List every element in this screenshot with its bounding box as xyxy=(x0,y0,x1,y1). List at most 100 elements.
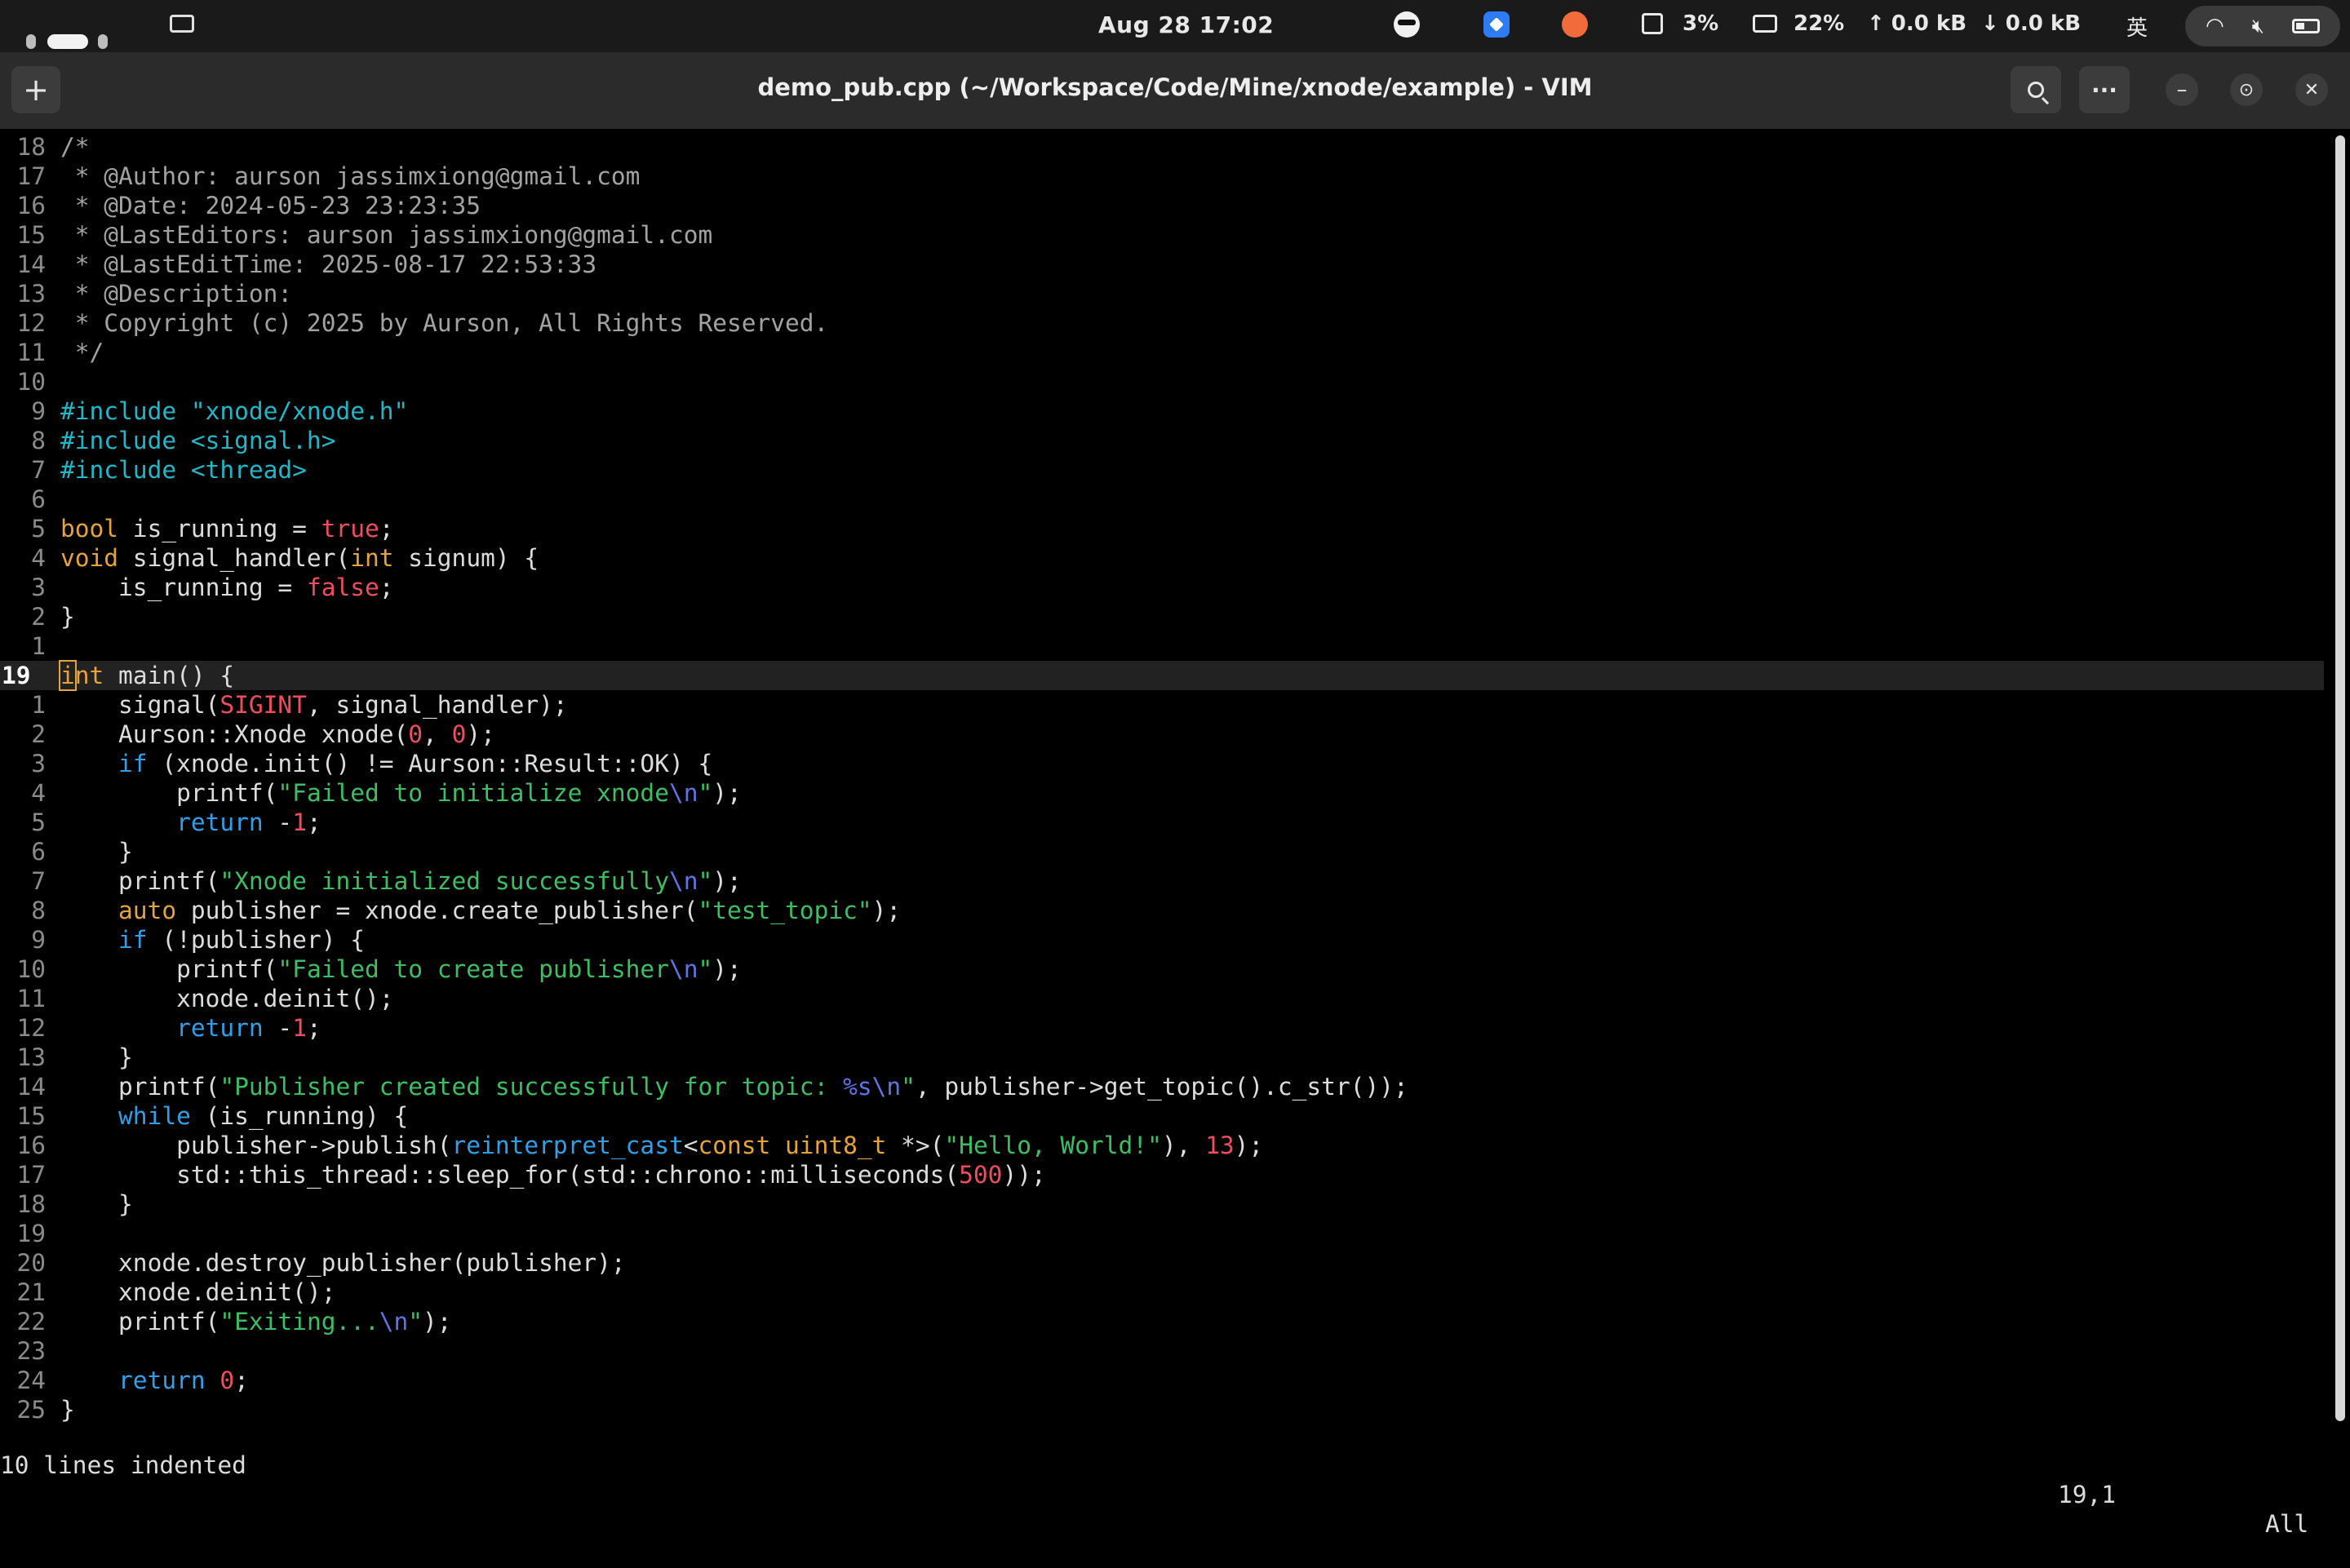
window-titlebar: + demo_pub.cpp (~/Workspace/Code/Mine/xn… xyxy=(0,52,2350,130)
code-line[interactable]: 8 auto publisher = xnode.create_publishe… xyxy=(0,896,2324,925)
line-number: 15 xyxy=(16,221,46,249)
net-down-indicator[interactable]: ↓ 0.0 kB xyxy=(1981,11,2081,36)
code-buffer[interactable]: 18/* 17 * @Author: aurson jassimxiong@gma… xyxy=(0,132,2324,1424)
line-number: 19 xyxy=(16,1220,46,1247)
line-number: 24 xyxy=(16,1366,46,1394)
code-line[interactable]: 17 std::this_thread::sleep_for(std::chro… xyxy=(0,1160,2324,1189)
code-token: if xyxy=(60,750,148,777)
line-code: printf("Failed to create publisher\n"); xyxy=(60,955,742,984)
glasses-face-icon[interactable] xyxy=(1394,11,1420,38)
code-line[interactable]: 18 /* xyxy=(0,132,2324,162)
code-token: ; xyxy=(379,515,394,543)
code-line[interactable]: 10 xyxy=(0,367,2324,396)
code-line[interactable]: 23 xyxy=(0,1336,2324,1366)
code-line[interactable]: 16 * @Date: 2024-05-23 23:23:35 xyxy=(0,191,2324,220)
code-line[interactable]: 11 xnode.deinit(); xyxy=(0,984,2324,1013)
code-line[interactable]: 25} xyxy=(0,1395,2324,1424)
workspace-dot[interactable] xyxy=(26,34,36,49)
code-token: xnode.deinit(); xyxy=(60,985,394,1012)
code-line[interactable]: 1 xyxy=(0,631,2324,661)
memory-indicator[interactable]: 22% xyxy=(1753,11,1844,36)
code-line[interactable]: 2} xyxy=(0,602,2324,631)
code-token: ); xyxy=(1234,1132,1264,1159)
line-number: 15 xyxy=(16,1102,46,1130)
code-line[interactable]: 13 } xyxy=(0,1043,2324,1072)
input-method[interactable]: 英 xyxy=(2126,11,2148,42)
code-line[interactable]: 5 return -1; xyxy=(0,808,2324,837)
code-token: * @LastEditors: aurson jassimxiong@gmail… xyxy=(60,221,713,249)
line-code: } xyxy=(60,1189,133,1219)
code-token: main() { xyxy=(104,662,235,689)
line-number: 20 xyxy=(16,1249,46,1277)
code-line[interactable]: 17 * @Author: aurson jassimxiong@gmail.c… xyxy=(0,162,2324,191)
code-line[interactable]: 21 xnode.deinit(); xyxy=(0,1278,2324,1307)
code-token: nt xyxy=(74,662,104,689)
line-code: signal(SIGINT, signal_handler); xyxy=(60,690,568,720)
line-code: * @Date: 2024-05-23 23:23:35 xyxy=(60,191,481,220)
close-button[interactable]: ✕ xyxy=(2295,73,2328,106)
code-line[interactable]: 6 xyxy=(0,485,2324,514)
app-blue-icon[interactable] xyxy=(1483,11,1510,38)
app-cat-icon[interactable] xyxy=(1562,11,1588,38)
code-token: 0 xyxy=(451,720,467,748)
code-line[interactable]: 13 * @Description: xyxy=(0,279,2324,308)
code-line[interactable]: 24 return 0; xyxy=(0,1366,2324,1395)
code-line[interactable]: 9 if (!publisher) { xyxy=(0,925,2324,955)
code-line[interactable]: 7 #include <thread> xyxy=(0,455,2324,485)
code-line[interactable]: 4 void signal_handler(int signum) { xyxy=(0,543,2324,573)
line-number: 21 xyxy=(16,1278,46,1306)
scrollbar[interactable] xyxy=(2335,135,2345,1421)
quick-settings[interactable]: ◠ 🔇︎ xyxy=(2185,6,2340,47)
restore-button[interactable]: ⊙ xyxy=(2230,73,2263,106)
code-line[interactable]: 7 printf("Xnode initialized successfully… xyxy=(0,866,2324,896)
code-line[interactable]: 11 */ xyxy=(0,338,2324,367)
workspace-indicator[interactable] xyxy=(23,16,113,49)
clock[interactable]: Aug 28 17:02 xyxy=(1098,11,1274,38)
menu-button[interactable]: ··· xyxy=(2079,66,2130,113)
code-line[interactable]: 9 #include "xnode/xnode.h" xyxy=(0,396,2324,426)
code-line[interactable]: 4 printf("Failed to initialize xnode\n")… xyxy=(0,778,2324,808)
code-token: ), xyxy=(1161,1132,1206,1159)
code-line[interactable]: 15 * @LastEditors: aurson jassimxiong@gm… xyxy=(0,220,2324,250)
cpu-indicator[interactable]: 3% xyxy=(1642,11,1718,36)
code-line[interactable]: 19 xyxy=(0,1219,2324,1248)
line-number: 11 xyxy=(16,985,46,1012)
code-line[interactable]: 5 bool is_running = true; xyxy=(0,514,2324,543)
net-down-value: 0.0 kB xyxy=(2005,11,2082,36)
code-line[interactable]: 12 * Copyright (c) 2025 by Aurson, All R… xyxy=(0,308,2324,338)
current-line[interactable]: 19 int main() { xyxy=(0,660,2324,691)
line-number: 3 xyxy=(31,574,46,601)
code-token: printf( xyxy=(60,1308,220,1335)
code-line[interactable]: 1 signal(SIGINT, signal_handler); xyxy=(0,690,2324,720)
workspace-active[interactable] xyxy=(47,34,88,49)
code-line[interactable]: 14 * @LastEditTime: 2025-08-17 22:53:33 xyxy=(0,250,2324,279)
line-number: 18 xyxy=(16,1190,46,1218)
text-cursor: i xyxy=(59,660,77,691)
code-token: xnode.destroy_publisher(publisher); xyxy=(60,1249,626,1277)
vim-editor[interactable]: 18/* 17 * @Author: aurson jassimxiong@gma… xyxy=(0,129,2350,1538)
code-line[interactable]: 8 #include <signal.h> xyxy=(0,426,2324,455)
net-up-indicator[interactable]: ↑ 0.0 kB xyxy=(1867,11,1966,36)
code-line[interactable]: 16 publisher->publish(reinterpret_cast<c… xyxy=(0,1131,2324,1160)
code-line[interactable]: 15 while (is_running) { xyxy=(0,1101,2324,1131)
code-line[interactable]: 20 xnode.destroy_publisher(publisher); xyxy=(0,1248,2324,1278)
line-number: 12 xyxy=(16,309,46,337)
code-line[interactable]: 2 Aurson::Xnode xnode(0, 0); xyxy=(0,720,2324,749)
code-token: #include <thread> xyxy=(60,456,307,484)
code-line[interactable]: 12 return -1; xyxy=(0,1013,2324,1043)
code-line[interactable]: 6 } xyxy=(0,837,2324,866)
workspace-dot[interactable] xyxy=(98,34,108,49)
code-line[interactable]: 18 } xyxy=(0,1189,2324,1219)
window-overview-icon[interactable] xyxy=(170,15,194,33)
code-token: signal_handler( xyxy=(118,544,351,572)
code-line[interactable]: 10 printf("Failed to create publisher\n"… xyxy=(0,955,2324,984)
code-line[interactable]: 3 is_running = false; xyxy=(0,573,2324,602)
search-button[interactable] xyxy=(2011,66,2061,113)
line-code: return -1; xyxy=(60,808,321,837)
code-token: printf( xyxy=(60,779,278,807)
minimize-button[interactable]: – xyxy=(2166,73,2198,106)
code-line[interactable]: 3 if (xnode.init() != Aurson::Result::OK… xyxy=(0,749,2324,778)
code-line[interactable]: 22 printf("Exiting...\n"); xyxy=(0,1307,2324,1336)
code-line[interactable]: 14 printf("Publisher created successfull… xyxy=(0,1072,2324,1101)
code-token: *>( xyxy=(886,1132,945,1159)
